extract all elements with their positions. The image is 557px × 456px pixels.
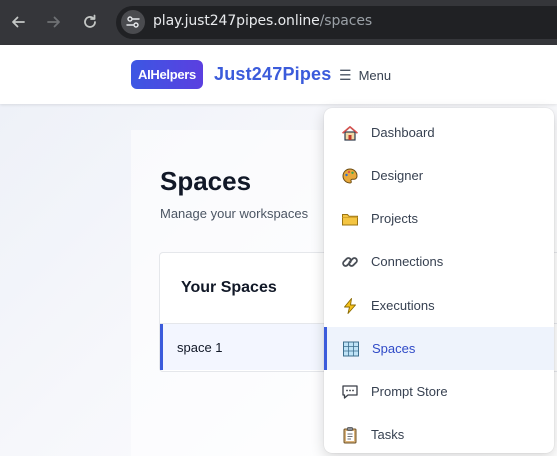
menu-item-label: Connections — [371, 254, 444, 269]
browser-toolbar: play.just247pipes.online/spaces — [0, 0, 557, 45]
menu-item-label: Tasks — [371, 427, 405, 442]
back-button[interactable] — [6, 10, 30, 34]
menu-item-label: Spaces — [372, 341, 416, 356]
menu-label: Menu — [358, 67, 392, 83]
forward-button[interactable] — [42, 10, 66, 34]
menu-item-tasks[interactable]: Tasks — [324, 413, 554, 453]
menu-item-designer[interactable]: Designer — [324, 154, 554, 197]
url-text[interactable]: play.just247pipes.online/spaces — [153, 13, 372, 29]
house-icon — [341, 124, 359, 142]
menu-item-executions[interactable]: Executions — [324, 284, 554, 327]
menu-item-label: Projects — [371, 211, 418, 226]
brand-name[interactable]: Just247Pipes — [214, 64, 331, 85]
site-info-button[interactable] — [121, 10, 145, 34]
tune-icon — [126, 16, 140, 28]
url-host: play.just247pipes.online — [153, 13, 320, 29]
menu-button[interactable]: ☰ Menu — [339, 65, 391, 85]
reload-button[interactable] — [78, 10, 102, 34]
forward-arrow-icon — [47, 16, 60, 28]
app-header: AIHelpers Just247Pipes ☰ Menu — [0, 45, 557, 104]
menu-item-dashboard[interactable]: Dashboard — [324, 111, 554, 154]
menu-item-label: Dashboard — [371, 125, 435, 140]
nav-dropdown-menu: Dashboard Designer Projects Connections … — [324, 108, 554, 453]
link-icon — [341, 253, 359, 271]
menu-item-label: Executions — [371, 298, 435, 313]
page-title: Spaces — [160, 166, 252, 196]
chat-icon — [341, 383, 359, 401]
hamburger-icon: ☰ — [339, 66, 352, 83]
reload-icon — [84, 14, 96, 28]
folder-icon — [341, 210, 359, 228]
menu-item-projects[interactable]: Projects — [324, 197, 554, 240]
back-arrow-icon — [12, 16, 25, 28]
page-subtitle: Manage your workspaces — [160, 206, 309, 221]
menu-item-spaces[interactable]: Spaces — [324, 327, 554, 370]
menu-item-label: Prompt Store — [371, 384, 448, 399]
menu-item-label: Designer — [371, 168, 424, 183]
clipboard-icon — [341, 426, 359, 444]
card-title: Your Spaces — [181, 279, 277, 296]
palette-icon — [341, 167, 359, 185]
url-path: /spaces — [319, 13, 373, 29]
lightning-icon — [341, 297, 359, 315]
space-name: space 1 — [177, 340, 223, 355]
grid-icon — [342, 340, 360, 358]
menu-item-connections[interactable]: Connections — [324, 240, 554, 283]
menu-item-prompt-store[interactable]: Prompt Store — [324, 370, 554, 413]
brand-badge[interactable]: AIHelpers — [131, 60, 203, 89]
